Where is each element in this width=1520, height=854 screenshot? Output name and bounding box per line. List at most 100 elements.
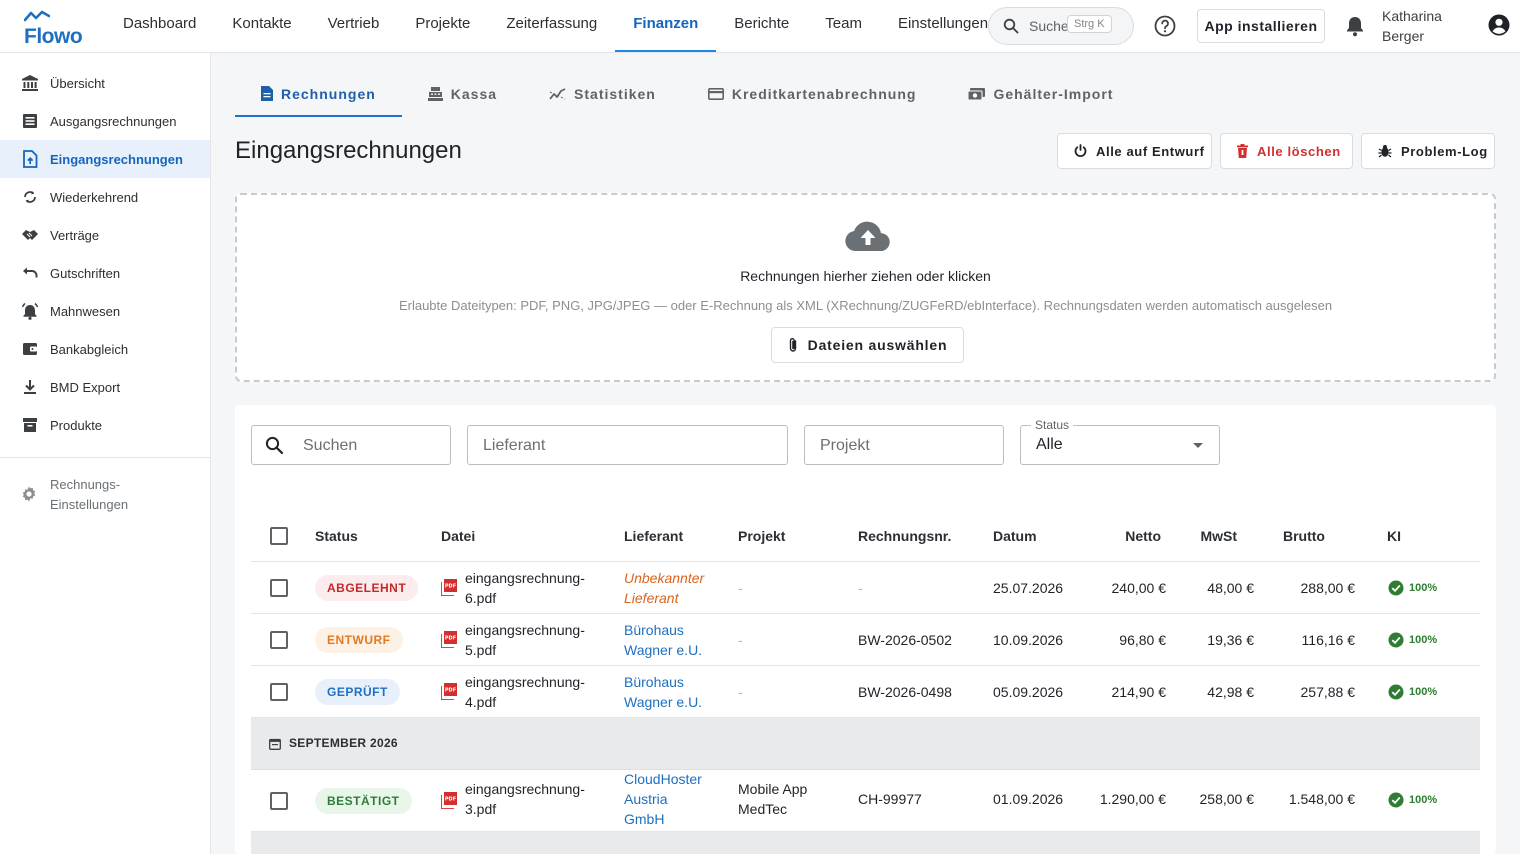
table-row[interactable]: BESTÄTIGT PDF eingangsrechnung- 3.pdf Clo… xyxy=(251,770,1480,832)
svg-text:PDF: PDF xyxy=(445,688,456,694)
net-cell: 240,00 € xyxy=(1111,580,1167,596)
cloud-upload-icon xyxy=(843,217,893,256)
sidebar-item-rechnungs-einstellungen[interactable]: Rechnungs- Einstellungen xyxy=(20,475,128,515)
header-net[interactable]: Netto xyxy=(1081,528,1161,544)
tab-kassa[interactable]: Kassa xyxy=(402,70,523,117)
user-name[interactable]: Katharina Berger xyxy=(1382,6,1462,46)
file-name[interactable]: eingangsrechnung- 3.pdf xyxy=(465,779,585,819)
nav-dashboard[interactable]: Dashboard xyxy=(105,0,214,52)
status-badge: ABGELEHNT xyxy=(315,575,419,601)
sidebar-item-gutschriften[interactable]: Gutschriften xyxy=(0,254,210,292)
check-circle-icon xyxy=(1388,792,1404,808)
header-date[interactable]: Datum xyxy=(993,528,1037,544)
sidebar-item-produkte[interactable]: Produkte xyxy=(0,406,210,444)
tab-gehaelter-import[interactable]: Gehälter-Import xyxy=(942,70,1139,117)
check-circle-icon xyxy=(1388,684,1404,700)
date-cell: 05.09.2026 xyxy=(993,684,1064,700)
power-icon xyxy=(1074,144,1087,158)
sidebar-item-eingangsrechnungen[interactable]: Eingangsrechnungen xyxy=(0,140,210,178)
header-vat[interactable]: MwSt xyxy=(1157,528,1237,544)
logo-wave-icon xyxy=(24,10,50,22)
search-icon xyxy=(265,436,284,458)
sidebar: Übersicht Ausgangsrechnungen Eingangsrec… xyxy=(0,53,211,854)
supplier-part: Bürohaus xyxy=(624,674,684,690)
project-filter-input[interactable]: Projekt xyxy=(804,425,1004,465)
notifications-bell-icon[interactable] xyxy=(1345,15,1365,40)
nav-finanzen[interactable]: Finanzen xyxy=(615,0,717,52)
nav-berichte[interactable]: Berichte xyxy=(716,0,807,52)
account-circle-icon[interactable] xyxy=(1488,14,1510,39)
nav-zeiterfassung[interactable]: Zeiterfassung xyxy=(488,0,615,52)
help-icon[interactable] xyxy=(1153,14,1177,38)
sidebar-item-mahnwesen[interactable]: Mahnwesen xyxy=(0,292,210,330)
row-checkbox[interactable] xyxy=(270,792,288,810)
net-cell: 214,90 € xyxy=(1111,684,1167,700)
calendar-icon xyxy=(269,737,281,753)
status-select[interactable]: Status Alle xyxy=(1020,418,1220,465)
row-checkbox[interactable] xyxy=(270,683,288,701)
supplier-placeholder: Lieferant xyxy=(483,437,546,454)
gross-cell: 257,88 € xyxy=(1300,684,1356,700)
pdf-file-icon: PDF xyxy=(440,631,457,651)
file-name[interactable]: eingangsrechnung- 4.pdf xyxy=(465,672,585,712)
file-name[interactable]: eingangsrechnung- 5.pdf xyxy=(465,620,585,660)
group-header-row[interactable]: SEPTEMBER 2026 xyxy=(251,718,1480,770)
table-row[interactable]: ENTWURF PDF eingangsrechnung- 5.pdf Büroh… xyxy=(251,614,1480,666)
install-app-button[interactable]: App installieren xyxy=(1197,9,1325,43)
draft-all-button[interactable]: Alle auf Entwurf xyxy=(1057,133,1212,169)
sidebar-item-wiederkehrend[interactable]: Wiederkehrend xyxy=(0,178,210,216)
supplier-filter-input[interactable]: Lieferant xyxy=(467,425,788,465)
supplier-link[interactable]: Bürohaus Wagner e.U. xyxy=(624,620,702,660)
header-project[interactable]: Projekt xyxy=(738,528,785,544)
nav-team[interactable]: Team xyxy=(807,0,880,52)
search-input[interactable]: Suchen xyxy=(251,425,451,465)
project-cell[interactable]: Mobile App MedTec xyxy=(738,779,807,819)
cash-register-icon xyxy=(427,86,443,101)
nav-kontakte[interactable]: Kontakte xyxy=(214,0,309,52)
supplier-link[interactable]: CloudHoster Austria GmbH xyxy=(624,769,702,829)
row-checkbox[interactable] xyxy=(270,579,288,597)
header-file[interactable]: Datei xyxy=(441,528,475,544)
nav-vertrieb[interactable]: Vertrieb xyxy=(310,0,398,52)
table-row[interactable]: GEPRÜFT PDF eingangsrechnung- 4.pdf Büroh… xyxy=(251,666,1480,718)
sidebar-item-bankabgleich[interactable]: Bankabgleich xyxy=(0,330,210,368)
trend-icon xyxy=(549,87,566,100)
select-all-checkbox[interactable] xyxy=(270,527,288,545)
sidebar-item-ausgangsrechnungen[interactable]: Ausgangsrechnungen xyxy=(0,102,210,140)
delete-all-button[interactable]: Alle löschen xyxy=(1220,133,1353,169)
sidebar-item-uebersicht[interactable]: Übersicht xyxy=(0,64,210,102)
nav-projekte[interactable]: Projekte xyxy=(397,0,488,52)
problem-log-button[interactable]: Problem-Log xyxy=(1361,133,1495,169)
logo-text: Flowo xyxy=(24,25,83,48)
header-status[interactable]: Status xyxy=(315,528,358,544)
supplier-link[interactable]: Unbekannter Lieferant xyxy=(624,568,704,608)
supplier-part: Unbekannter xyxy=(624,570,705,586)
pdf-file-icon: PDF xyxy=(440,792,457,812)
app-logo[interactable]: Flowo xyxy=(22,8,83,48)
header-ai[interactable]: KI xyxy=(1387,528,1401,544)
tab-kreditkartenabrechnung[interactable]: Kreditkartenabrechnung xyxy=(682,70,943,117)
settings-label-line2: Einstellungen xyxy=(50,497,129,512)
row-checkbox[interactable] xyxy=(270,631,288,649)
sidebar-item-bmd-export[interactable]: BMD Export xyxy=(0,368,210,406)
header-gross[interactable]: Brutto xyxy=(1245,528,1325,544)
tab-rechnungen[interactable]: Rechnungen xyxy=(235,70,402,117)
table-row[interactable]: ABGELEHNT PDF eingangsrechnung- 6.pdf Unb… xyxy=(251,562,1480,614)
file-name[interactable]: eingangsrechnung- 6.pdf xyxy=(465,568,585,608)
select-files-button[interactable]: Dateien auswählen xyxy=(771,327,964,363)
group-header-row[interactable] xyxy=(251,832,1480,854)
supplier-link[interactable]: Bürohaus Wagner e.U. xyxy=(624,672,702,712)
file-name-part: eingangsrechnung- xyxy=(465,570,585,586)
gross-cell: 288,00 € xyxy=(1300,580,1356,596)
header-invoice-no[interactable]: Rechnungsnr. xyxy=(858,528,951,544)
upload-dropzone[interactable]: Rechnungen hierher ziehen oder klicken E… xyxy=(235,193,1496,382)
tab-statistiken[interactable]: Statistiken xyxy=(523,70,682,117)
sidebar-item-label: Bankabgleich xyxy=(50,341,129,357)
vat-cell: 48,00 € xyxy=(1207,580,1254,596)
main-nav: Dashboard Kontakte Vertrieb Projekte Zei… xyxy=(105,0,1006,52)
select-files-label: Dateien auswählen xyxy=(807,337,948,353)
header-supplier[interactable]: Lieferant xyxy=(624,528,683,544)
sidebar-item-vertraege[interactable]: Verträge xyxy=(0,216,210,254)
global-search[interactable]: Suchen Strg K xyxy=(988,7,1134,45)
invoice-no-cell: BW-2026-0498 xyxy=(858,684,952,700)
